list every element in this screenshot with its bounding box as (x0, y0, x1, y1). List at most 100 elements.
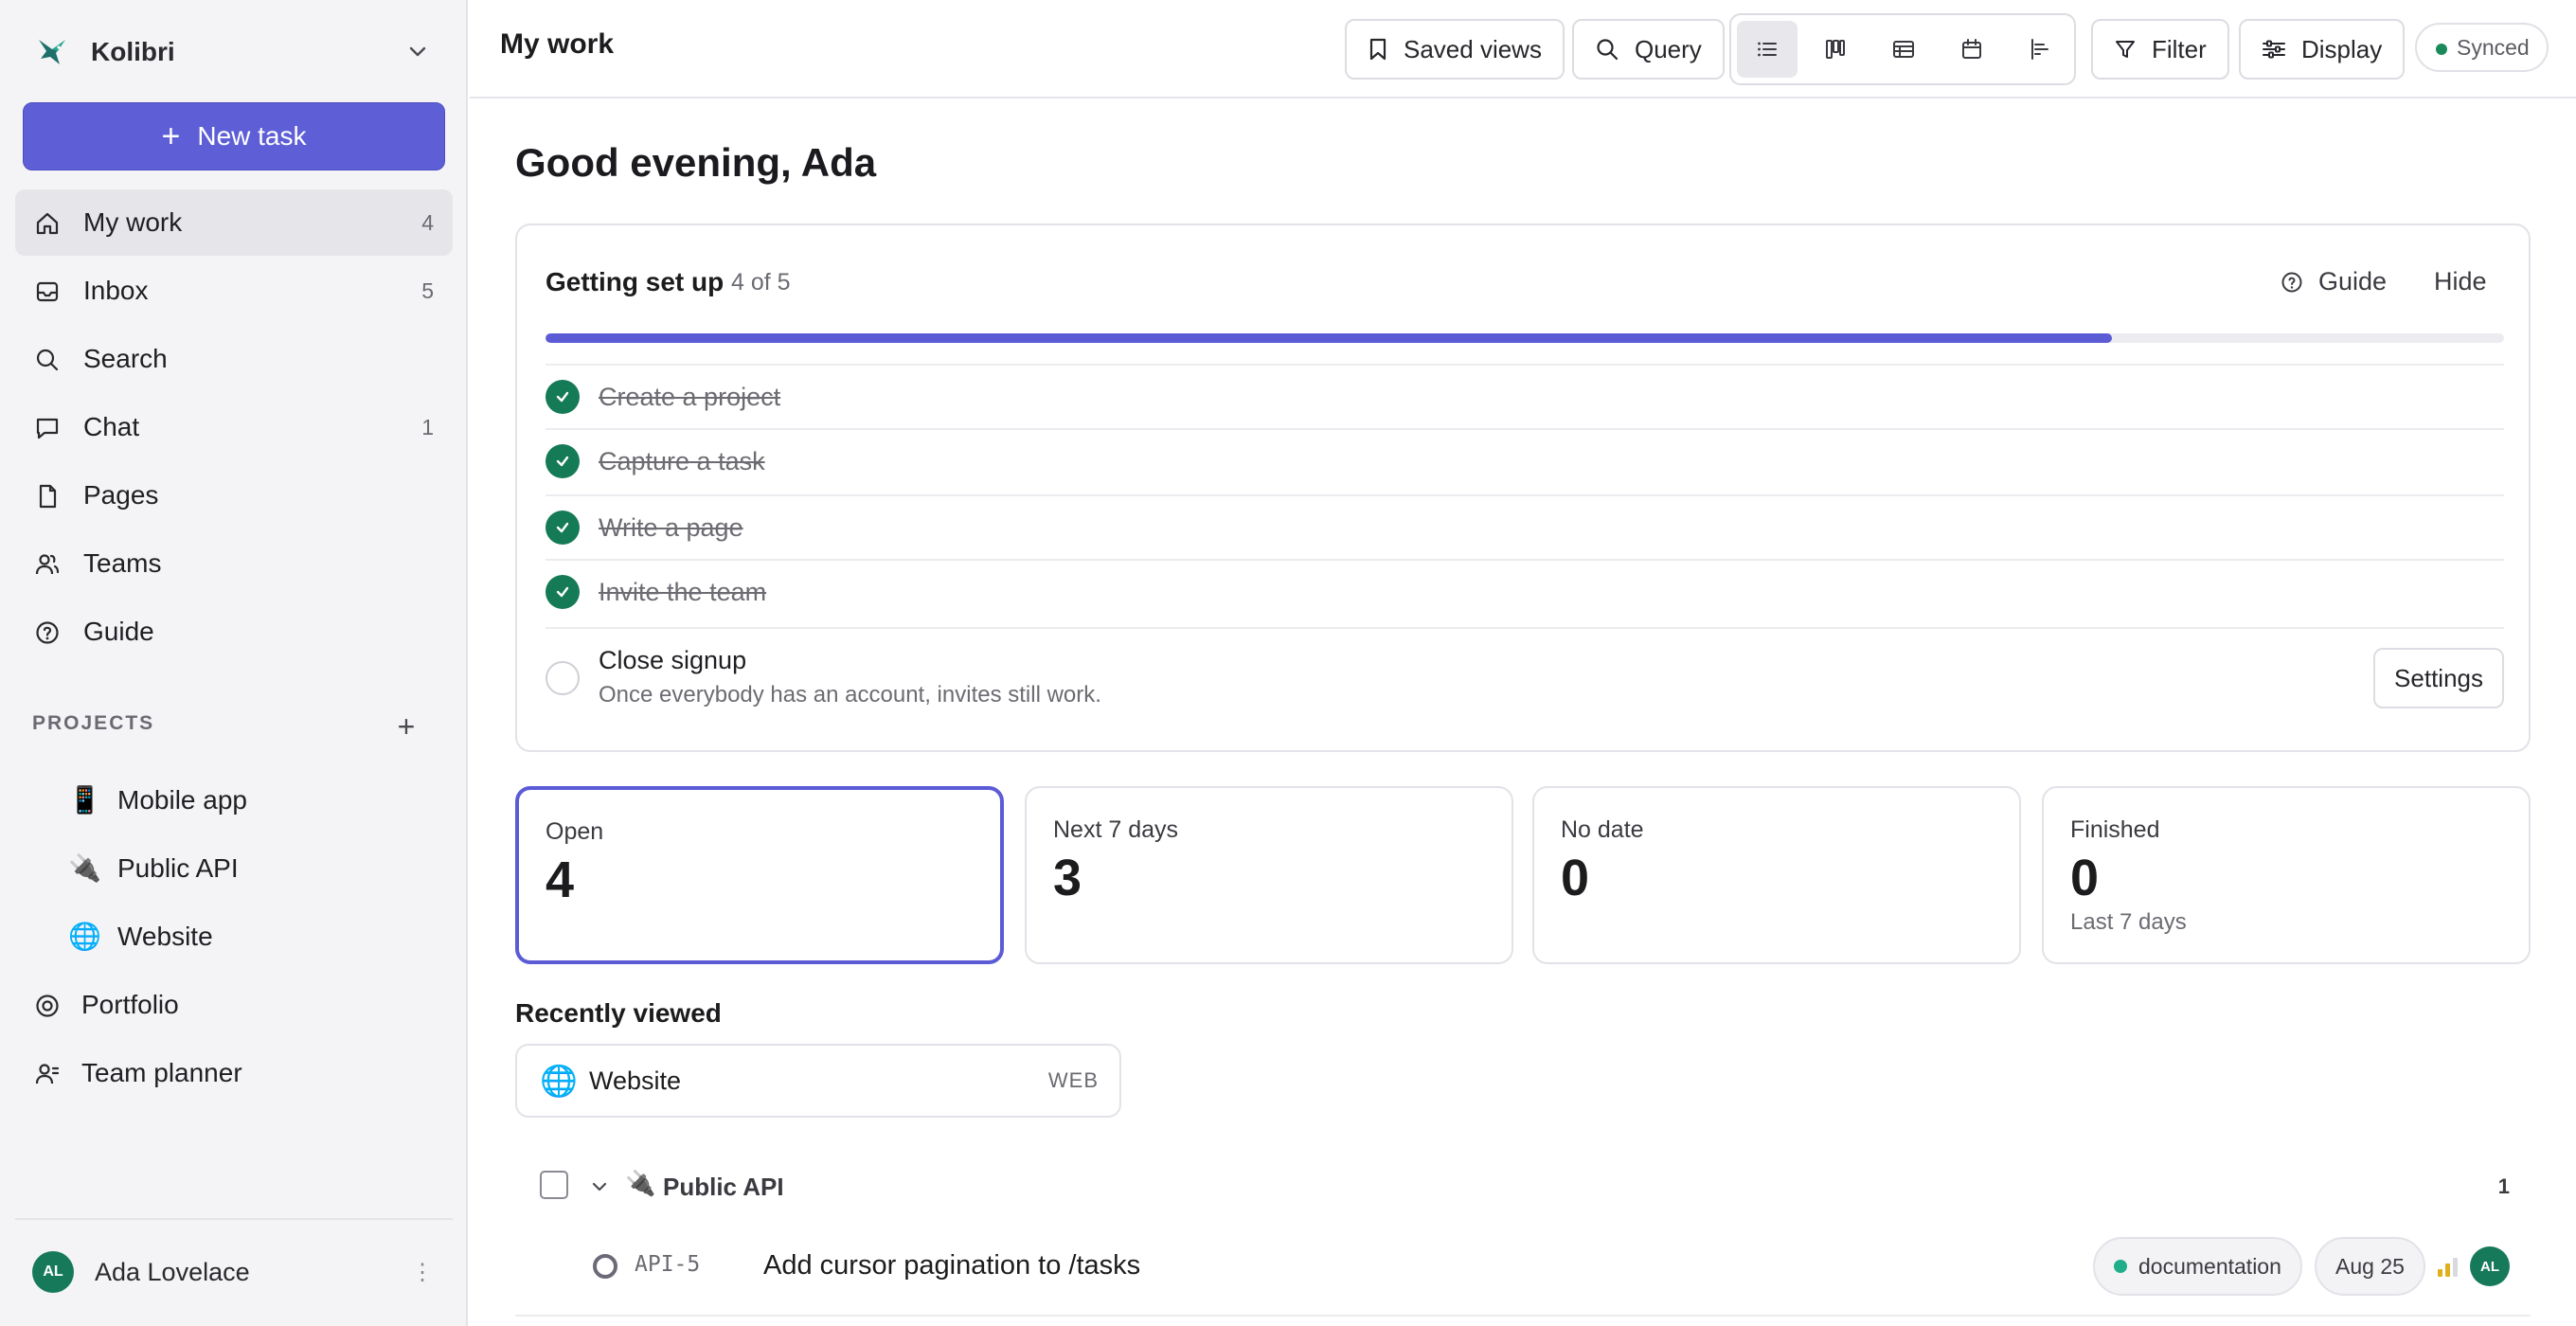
stat-card-next-7-days[interactable]: Next 7 days 3 (1025, 786, 1513, 964)
query-button[interactable]: Query (1572, 19, 1725, 80)
assignee-avatar[interactable]: AL (2470, 1246, 2510, 1286)
saved-views-button[interactable]: Saved views (1345, 19, 1565, 80)
hide-button[interactable]: Hide (2434, 267, 2487, 296)
setup-step-label: Capture a task (599, 446, 765, 475)
check-circle-icon (546, 575, 580, 609)
sidebar-item-count: 1 (421, 414, 434, 439)
project-key: WEB (1047, 1068, 1099, 1092)
label-color-dot (2114, 1260, 2127, 1273)
planner-icon (35, 1064, 60, 1084)
sidebar-item-inbox[interactable]: Inbox 5 (15, 258, 453, 324)
filter-label: Filter (2152, 34, 2207, 63)
stat-value: 3 (1053, 850, 1082, 906)
timeline-view-button[interactable] (2010, 21, 2070, 78)
table-row[interactable]: API-5 Add cursor pagination to /tasks do… (515, 1227, 2531, 1317)
stat-card-finished[interactable]: Finished 0 Last 7 days (2042, 786, 2531, 964)
sidebar-item-team-planner[interactable]: Team planner (15, 1040, 453, 1106)
sidebar-item-label: My work (83, 207, 183, 237)
sidebar-item-pages[interactable]: Pages (15, 462, 453, 529)
sidebar-item-label: Search (83, 344, 168, 373)
top-bar: My work Saved views Query Filter Display… (470, 0, 2576, 99)
due-date-text: Aug 25 (2335, 1253, 2405, 1279)
group-header-public-api: 🔌 Public API 1 (515, 1157, 2531, 1218)
due-date-chip[interactable]: Aug 25 (2315, 1237, 2425, 1296)
sidebar-item-label: Chat (83, 412, 140, 441)
sidebar-project-mobile-app[interactable]: 📱 Mobile app (15, 767, 453, 833)
table-view-button[interactable] (1873, 21, 1934, 78)
stat-card-no-date[interactable]: No date 0 (1532, 786, 2021, 964)
calendar-view-button[interactable] (1941, 21, 2002, 78)
query-label: Query (1635, 34, 1702, 63)
sidebar-project-website[interactable]: 🌐 Website (15, 904, 453, 970)
priority-bars-icon[interactable] (2436, 1254, 2460, 1279)
board-icon (1826, 40, 1845, 59)
calendar-icon (1962, 39, 1981, 59)
sidebar-item-search[interactable]: Search (15, 326, 453, 392)
page-title: My work (500, 28, 615, 60)
chat-icon (36, 418, 59, 439)
sidebar-item-count: 5 (421, 278, 434, 303)
setup-step-description: Once everybody has an account, invites s… (599, 682, 1101, 708)
plus-icon: + (161, 118, 181, 154)
setup-step-done[interactable]: Capture a task (546, 428, 2504, 493)
setup-step-done[interactable]: Create a project (546, 364, 2504, 428)
team-icon (35, 554, 60, 575)
stat-label: No date (1561, 816, 1644, 843)
user-menu[interactable]: AL Ada Lovelace ⋮ (32, 1250, 439, 1294)
group-label: Public API (663, 1173, 784, 1201)
setup-step-done[interactable]: Invite the team (546, 559, 2504, 623)
settings-button[interactable]: Settings (2373, 648, 2504, 708)
setup-progress-fill (546, 333, 2113, 343)
page-icon (39, 484, 57, 509)
stat-card-open[interactable]: Open 4 (515, 786, 1004, 964)
sidebar-item-portfolio[interactable]: Portfolio (15, 972, 453, 1038)
saved-views-label: Saved views (1404, 34, 1542, 63)
label-chip[interactable]: documentation (2093, 1237, 2302, 1296)
portfolio-icon (36, 994, 59, 1017)
display-button[interactable]: Display (2239, 19, 2406, 80)
filter-icon (2116, 41, 2135, 58)
stat-label: Finished (2070, 816, 2160, 843)
recent-item-website[interactable]: 🌐 Website WEB (515, 1044, 1121, 1118)
setup-step-done[interactable]: Write a page (546, 494, 2504, 559)
issue-title: Add cursor pagination to /tasks (763, 1250, 1141, 1281)
stat-value: 0 (1561, 850, 1590, 906)
stat-value: 0 (2070, 850, 2100, 906)
timeline-icon (2031, 39, 2048, 60)
workspace-switcher[interactable]: Kolibri (32, 28, 439, 76)
list-icon (1758, 42, 1777, 57)
sidebar-item-label: Mobile app (117, 785, 247, 815)
hummingbird-logo-icon (32, 33, 70, 71)
label-text: documentation (2138, 1253, 2281, 1279)
setup-title: Getting set up (546, 267, 724, 296)
guide-button[interactable]: Guide (2281, 267, 2387, 296)
setup-progress-bar (546, 333, 2504, 343)
setup-step-label: Write a page (599, 512, 743, 542)
inbox-icon (36, 281, 59, 302)
plug-emoji-icon: 🔌 (625, 1169, 656, 1197)
list-view-button[interactable] (1737, 21, 1798, 78)
sidebar-project-public-api[interactable]: 🔌 Public API (15, 835, 453, 902)
chevron-down-icon[interactable] (589, 1176, 610, 1197)
add-project-button[interactable]: + (392, 709, 420, 744)
sidebar: Kolibri + New task My work 4 Inbox 5 Sea… (0, 0, 468, 1326)
sidebar-item-guide[interactable]: Guide (15, 599, 453, 665)
setup-step-label: Invite the team (599, 577, 767, 606)
filter-button[interactable]: Filter (2091, 19, 2229, 80)
sidebar-item-chat[interactable]: Chat 1 (15, 394, 453, 460)
chevron-down-icon (409, 46, 426, 57)
sidebar-item-my-work[interactable]: My work 4 (15, 189, 453, 256)
sidebar-item-label: Portfolio (81, 990, 179, 1019)
search-icon (36, 349, 59, 371)
stat-sublabel: Last 7 days (2070, 909, 2187, 935)
sidebar-item-label: Website (117, 922, 213, 951)
select-group-checkbox[interactable] (540, 1171, 568, 1199)
board-view-button[interactable] (1805, 21, 1866, 78)
plug-emoji-icon: 🔌 (68, 853, 101, 883)
new-task-button[interactable]: + New task (23, 102, 445, 170)
sidebar-item-label: Team planner (81, 1058, 242, 1087)
status-todo-icon[interactable] (593, 1254, 617, 1279)
empty-circle-icon[interactable] (546, 661, 580, 695)
sidebar-item-teams[interactable]: Teams (15, 530, 453, 597)
more-vertical-icon[interactable]: ⋮ (411, 1259, 434, 1286)
